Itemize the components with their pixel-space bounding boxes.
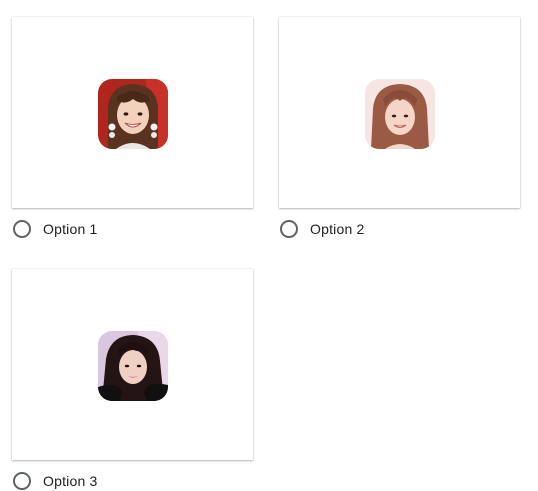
portrait-photo-icon xyxy=(98,79,168,149)
radio-button-icon[interactable] xyxy=(280,220,298,238)
image-choice-option-3[interactable]: Option 3 xyxy=(12,269,255,491)
option-label[interactable]: Option 2 xyxy=(310,221,365,237)
option-label[interactable]: Option 1 xyxy=(43,221,98,237)
radio-button-icon[interactable] xyxy=(13,472,31,490)
portrait-photo-icon xyxy=(98,331,168,401)
image-choice-option-2[interactable]: Option 2 xyxy=(279,17,522,239)
image-card[interactable] xyxy=(12,17,253,208)
image-choice-option-1[interactable]: Option 1 xyxy=(12,17,255,239)
radio-button-icon[interactable] xyxy=(13,220,31,238)
option-radio-row[interactable]: Option 2 xyxy=(279,219,522,239)
image-card[interactable] xyxy=(12,269,253,460)
portrait-photo-icon xyxy=(365,79,435,149)
image-card[interactable] xyxy=(279,17,520,208)
option-radio-row[interactable]: Option 1 xyxy=(12,219,255,239)
option-radio-row[interactable]: Option 3 xyxy=(12,471,255,491)
